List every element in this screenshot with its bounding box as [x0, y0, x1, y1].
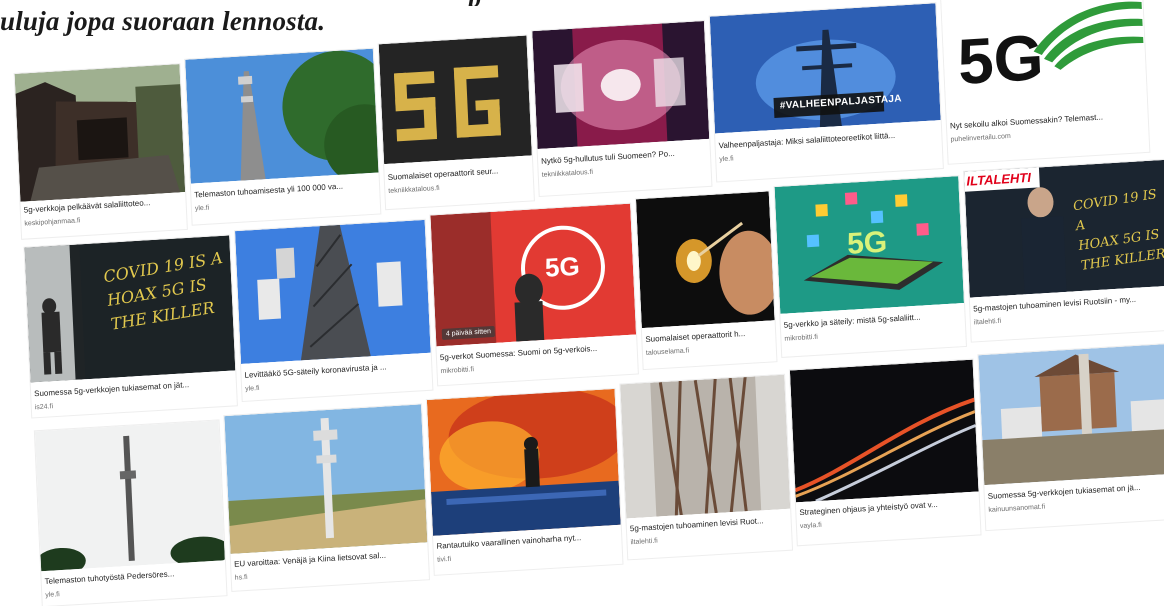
result-thumbnail[interactable] — [789, 359, 979, 503]
result-card[interactable]: 5G 4 päivää sitten 5g-verkot Suomessa: S… — [430, 203, 638, 386]
result-card[interactable]: Strateginen ohjaus ja yhteistyö ovat v..… — [789, 359, 981, 546]
graffiti-text: COVID 19 IS A HOAX 5G IS THE KILLER — [1072, 187, 1164, 274]
result-card[interactable]: 5G Nyt sekoilu alkoi Suomessakin? Telema… — [941, 0, 1150, 164]
result-thumbnail[interactable]: 5G 4 päivää sitten — [430, 203, 637, 347]
result-thumbnail[interactable]: COVID 19 IS A HOAX 5G IS THE KILLER — [24, 235, 236, 383]
result-thumbnail[interactable] — [426, 388, 621, 536]
result-thumbnail[interactable] — [635, 191, 775, 329]
result-thumbnail[interactable]: #VALHEENPALJASTAJA — [709, 3, 941, 134]
result-thumbnail[interactable] — [234, 219, 431, 364]
result-card[interactable]: Telemaston tuhotyöstä Pedersöres... yle.… — [34, 420, 227, 606]
5g-logo: 5G — [846, 225, 888, 261]
result-card[interactable]: #VALHEENPALJASTAJA Valheenpaljastaja: Mi… — [709, 3, 943, 182]
result-card[interactable]: 5g-verkkoja pelkäävät salaliittoteo... k… — [14, 64, 187, 239]
result-thumbnail[interactable] — [378, 35, 532, 165]
result-card[interactable]: Rantautuiko vaarallinen vainoharha nyt..… — [426, 388, 623, 575]
result-card[interactable]: 5G 5g-verkko ja säteily: mistä 5g-salali… — [774, 176, 966, 357]
result-card[interactable]: ILTALEHTI COVID 19 IS A HOAX 5G IS THE K… — [964, 159, 1164, 342]
result-thumbnail[interactable] — [34, 420, 225, 572]
result-card[interactable]: Nytkö 5g-hullutus tuli Suomeen? Po... te… — [532, 20, 712, 196]
result-source: talouselama.fi — [645, 347, 690, 357]
result-thumbnail[interactable]: 5G — [774, 176, 964, 314]
result-card[interactable]: 5g-mastojen tuhoaminen levisi Ruot... il… — [620, 374, 793, 560]
result-thumbnail[interactable] — [620, 374, 791, 519]
result-thumbnail[interactable] — [224, 404, 428, 554]
result-thumbnail[interactable] — [185, 48, 379, 184]
result-thumbnail[interactable] — [14, 64, 186, 202]
result-card[interactable]: EU varoittaa: Venäjä ja Kiina lietsovat … — [224, 404, 429, 591]
5g-logo: 5G — [956, 20, 1045, 98]
image-results-grid: 5g-verkkoja pelkäävät salaliittoteo... k… — [12, 0, 1164, 606]
result-card[interactable]: COVID 19 IS A HOAX 5G IS THE KILLER Suom… — [24, 235, 237, 418]
result-card[interactable]: Telemaston tuhoamisesta yli 100 000 va..… — [185, 48, 381, 225]
result-thumbnail[interactable] — [978, 343, 1164, 486]
5g-logo: 5G — [544, 250, 581, 283]
result-card[interactable]: Suomalaiset operaattorit seur... tekniik… — [378, 35, 534, 210]
result-thumbnail[interactable] — [532, 20, 710, 150]
result-card[interactable]: Levittääkö 5G-säteily koronavirusta ja .… — [234, 219, 433, 401]
result-card[interactable]: Suomessa 5g-verkkojen tukiasemat on jä..… — [978, 343, 1164, 531]
result-thumbnail[interactable]: ILTALEHTI COVID 19 IS A HOAX 5G IS THE K… — [964, 159, 1164, 298]
result-card[interactable]: Suomalaiset operaattorit h... talouselam… — [635, 191, 777, 370]
result-thumbnail[interactable]: 5G — [941, 0, 1148, 114]
